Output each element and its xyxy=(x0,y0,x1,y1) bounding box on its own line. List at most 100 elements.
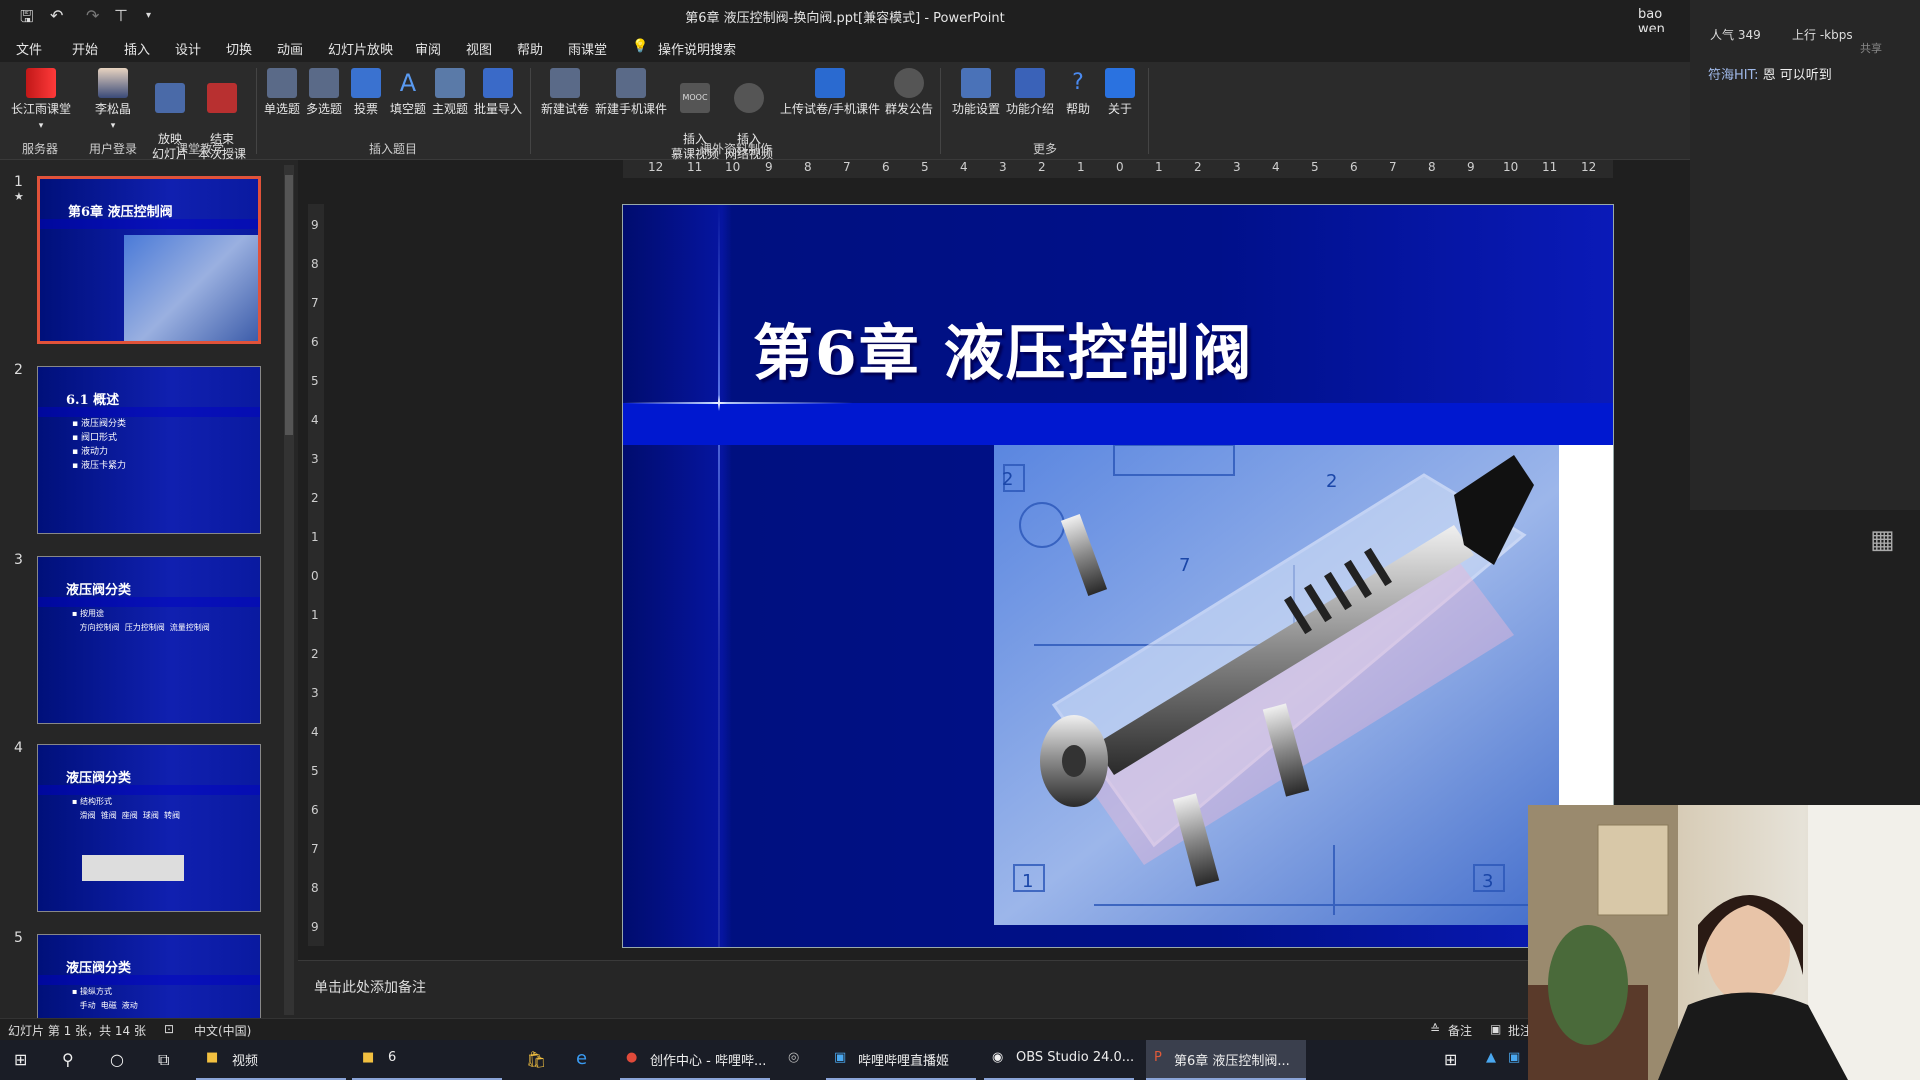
search-icon[interactable]: ⚲ xyxy=(62,1050,74,1069)
yuketang-server-button[interactable]: 长江雨课堂 ▾ xyxy=(8,68,74,134)
spelling-check-icon[interactable]: ⊡ xyxy=(164,1022,174,1036)
cortana-icon[interactable]: ○ xyxy=(110,1050,124,1069)
task-view-icon[interactable]: ⧉ xyxy=(158,1050,169,1070)
diagram-label: 2 xyxy=(1002,469,1013,490)
tray-app-icon[interactable]: ▣ xyxy=(1508,1050,1520,1065)
chrome-icon: ● xyxy=(626,1050,638,1065)
grid-apps-icon[interactable]: ▦ xyxy=(1870,525,1895,555)
notes-pane[interactable]: 单击此处添加备注 xyxy=(298,960,1690,1020)
new-mobile-courseware-button[interactable]: 新建手机课件 xyxy=(594,68,668,117)
help-button[interactable]: ? 帮助 xyxy=(1058,68,1098,117)
yuketang-logo-icon xyxy=(26,68,56,98)
text-a-icon: A xyxy=(399,69,417,97)
multiple-choice-icon xyxy=(309,68,339,98)
thumb-number: 1 xyxy=(14,174,23,190)
taskbar-app-chrome[interactable]: ● 创作中心 - 哔哩哔... xyxy=(620,1040,770,1080)
button-label: 帮助 xyxy=(1065,102,1090,116)
language-indicator[interactable]: 中文(中国) xyxy=(194,1022,251,1039)
tell-me-search[interactable]: 操作说明搜索 xyxy=(658,39,736,58)
status-bar: 幻灯片 第 1 张，共 14 张 ⊡ 中文(中国) ≙ 备注 ▣ 批注 xyxy=(0,1018,1690,1040)
decorative-light-line xyxy=(623,402,853,404)
tab-slideshow[interactable]: 幻灯片放映 xyxy=(328,39,393,58)
diagram-label: 7 xyxy=(1179,555,1190,576)
multiple-choice-button[interactable]: 多选题 xyxy=(304,68,344,117)
taskbar-app-powerpoint[interactable]: P 第6章 液压控制阀... xyxy=(1146,1040,1306,1080)
store-icon[interactable]: 🛍 xyxy=(526,1050,546,1069)
thumb-title: 液压阀分类 xyxy=(66,583,132,598)
bilibili-icon: ▣ xyxy=(834,1050,847,1065)
webcam-overlay xyxy=(1528,805,1920,1080)
lightbulb-icon: 💡 xyxy=(632,39,649,54)
taskbar-app-label: 哔哩哔哩直播姬 xyxy=(858,1054,950,1069)
horizontal-ruler: 12 11 10 9 8 7 6 5 4 3 2 1 0 1 2 3 4 5 6… xyxy=(623,160,1613,178)
upload-exam-button[interactable]: 上传试卷/手机课件 xyxy=(778,68,882,117)
button-label: 新建试卷 xyxy=(540,102,589,116)
taskbar-app-label: OBS Studio 24.0... xyxy=(1016,1050,1135,1065)
single-choice-button[interactable]: 单选题 xyxy=(262,68,302,117)
thumb-band xyxy=(38,407,260,417)
group-separator xyxy=(940,68,941,154)
about-button[interactable]: 关于 xyxy=(1100,68,1140,117)
broadcast-notice-button[interactable]: 群发公告 xyxy=(884,68,934,117)
notes-placeholder[interactable]: 单击此处添加备注 xyxy=(314,977,426,997)
slide-thumbnail-2[interactable]: 6.1 概述 ▪ 液压阀分类 ▪ 阀口形式 ▪ 液动力 ▪ 液压卡紧力 xyxy=(37,366,261,534)
slide-title[interactable]: 第6章 液压控制阀 xyxy=(753,305,1254,392)
tab-review[interactable]: 审阅 xyxy=(415,39,441,58)
button-label: 群发公告 xyxy=(884,102,933,116)
tab-transitions[interactable]: 切换 xyxy=(226,39,252,58)
tab-help[interactable]: 帮助 xyxy=(517,39,543,58)
slide-thumbnail-5[interactable]: 液压阀分类 ▪ 操纵方式 手动 电磁 液动 xyxy=(37,934,261,1024)
tray-app-icon[interactable]: ▲ xyxy=(1486,1050,1496,1065)
diagram-label: 1 xyxy=(1022,871,1033,892)
comments-icon: ▣ xyxy=(1490,1022,1502,1036)
tab-animations[interactable]: 动画 xyxy=(277,39,303,58)
mooc-icon: MOOC xyxy=(680,83,710,113)
tab-insert[interactable]: 插入 xyxy=(124,39,150,58)
tab-home[interactable]: 开始 xyxy=(72,39,98,58)
batch-import-button[interactable]: 批量导入 xyxy=(472,68,524,117)
user-login-button[interactable]: 李松晶 ▾ xyxy=(88,68,138,134)
upload-icon xyxy=(815,68,845,98)
thumb-band xyxy=(38,785,260,795)
windows-start-icon[interactable]: ⊞ xyxy=(14,1050,27,1069)
taskbar-app-obs[interactable]: ◉ OBS Studio 24.0... xyxy=(984,1040,1134,1080)
subjective-question-button[interactable]: 主观题 xyxy=(430,68,470,117)
taskbar-app-bilibili-live[interactable]: ▣ 哔哩哔哩直播姬 xyxy=(826,1040,976,1080)
diagram-label: 3 xyxy=(1482,871,1493,892)
share-button[interactable]: 共享 xyxy=(1860,40,1882,56)
tab-file[interactable]: 文件 xyxy=(16,39,42,58)
slide-thumbnail-panel: 1 ★ 第6章 液压控制阀 2 6.1 概述 ▪ 液压阀分类 ▪ 阀口形式 ▪ 液动… xyxy=(0,160,298,1024)
function-settings-button[interactable]: 功能设置 xyxy=(950,68,1002,117)
valve-illustration: 2 2 1 3 7 xyxy=(994,445,1613,925)
taskbar-app-label: 第6章 液压控制阀... xyxy=(1174,1054,1290,1069)
new-exam-button[interactable]: 新建试卷 xyxy=(538,68,592,117)
slide-canvas[interactable]: 第6章 液压控制阀 2 2 1 3 7 xyxy=(622,204,1614,948)
fill-blank-button[interactable]: A 填空题 xyxy=(388,68,428,117)
notes-toggle-button[interactable]: 备注 xyxy=(1448,1022,1472,1039)
slide-thumbnail-4[interactable]: 液压阀分类 ▪ 结构形式 滑阀 锥阀 座阀 球阀 转阀 xyxy=(37,744,261,912)
tab-view[interactable]: 视图 xyxy=(466,39,492,58)
diagram-label: 2 xyxy=(1326,471,1337,492)
slide-thumbnail-1[interactable]: 第6章 液压控制阀 xyxy=(37,176,261,344)
thumb-title: 液压阀分类 xyxy=(66,771,132,786)
tab-yuketang[interactable]: 雨课堂 xyxy=(568,39,607,58)
ie-browser-icon[interactable]: e xyxy=(576,1048,587,1069)
taskbar-app-folder-6[interactable]: ■ 6 xyxy=(352,1040,502,1080)
thumbnail-scrollbar-thumb[interactable] xyxy=(285,175,293,435)
slide-thumbnail-3[interactable]: 液压阀分类 ▪ 按用途 方向控制阀 压力控制阀 流量控制阀 xyxy=(37,556,261,724)
taskbar-app-video-folder[interactable]: ■ 视频 xyxy=(196,1040,346,1080)
tray-grid-icon[interactable]: ⊞ xyxy=(1444,1050,1457,1069)
valve-photo[interactable]: 2 2 1 3 7 xyxy=(994,445,1613,925)
powerpoint-window: { "window": { "title": "第6章 液压控制阀-换向阀.pp… xyxy=(0,0,1920,1080)
button-label: 李松晶 xyxy=(94,102,131,116)
user-photo-icon xyxy=(98,68,128,98)
thumb-band xyxy=(38,975,260,985)
function-intro-button[interactable]: 功能介绍 xyxy=(1004,68,1056,117)
chat-text: 恩 可以听到 xyxy=(1758,68,1832,83)
app-icon[interactable]: ◎ xyxy=(788,1050,799,1065)
button-label: 功能介绍 xyxy=(1005,102,1054,116)
tab-design[interactable]: 设计 xyxy=(175,39,201,58)
webcam-presenter-image xyxy=(1528,805,1920,1080)
vote-button[interactable]: 投票 xyxy=(348,68,384,117)
thumb-band xyxy=(38,597,260,607)
